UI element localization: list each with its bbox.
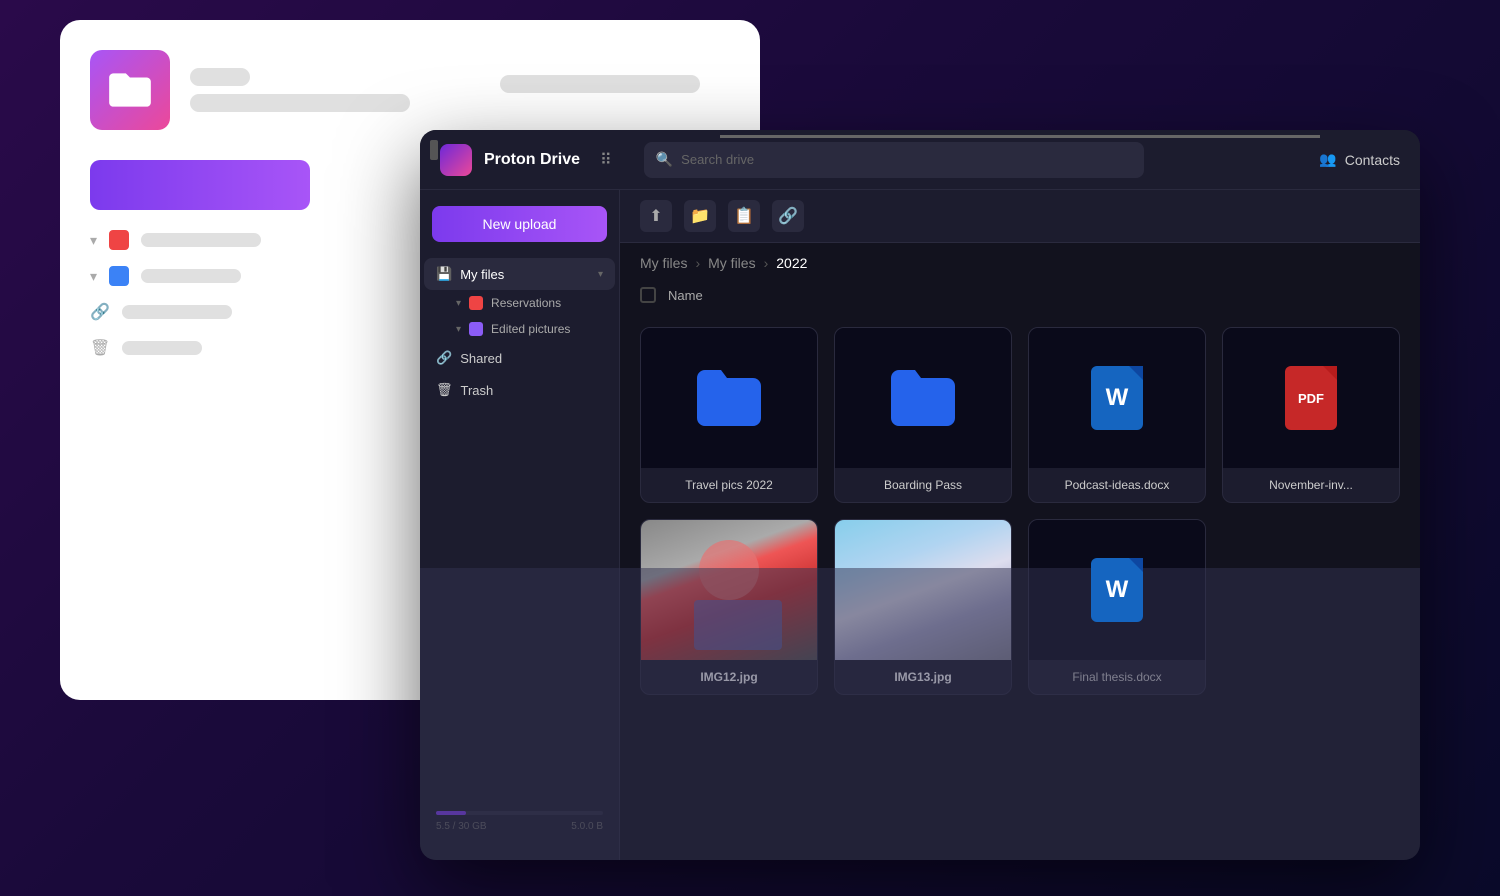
nav-item-shared[interactable]: 🔗 Shared (424, 342, 615, 374)
bg-search-bar (500, 75, 700, 93)
app-logo (440, 144, 472, 176)
my-files-chevron: ▾ (598, 269, 603, 280)
select-all-checkbox[interactable] (640, 287, 656, 303)
my-files-label: My files (460, 267, 590, 282)
boarding-folder-icon (891, 370, 955, 426)
file-card-boarding[interactable]: Boarding Pass (834, 327, 1012, 503)
bg-link-icon: 🔗 (90, 302, 110, 322)
thesis-word-icon: W (1091, 558, 1143, 622)
nav-item-trash[interactable]: 🗑 Trash (424, 374, 615, 406)
reservations-label: Reservations (491, 296, 561, 310)
bg-sidebar: ▾ ▾ 🔗 🗑 (90, 230, 310, 400)
travel-label: Travel pics 2022 (641, 468, 817, 502)
boarding-thumb (835, 328, 1011, 468)
upload-button[interactable]: New upload (432, 206, 607, 242)
bg-sidebar-item-2: ▾ (90, 266, 310, 286)
nav-section: 💾 My files ▾ ▾ Reservations ▾ Edited pic… (420, 258, 619, 406)
file-card-november[interactable]: PDF November-inv... (1222, 327, 1400, 503)
breadcrumb-my-files[interactable]: My files (708, 255, 755, 271)
nav-item-my-files[interactable]: 💾 My files ▾ (424, 258, 615, 290)
pdf-letter: PDF (1298, 391, 1324, 406)
img13-thumb (835, 520, 1011, 660)
main-window: Proton Drive ⠿ 🔍 Search drive 👥 Contacts… (420, 130, 1420, 860)
reservations-folder-icon (469, 296, 483, 310)
bg-text-1 (141, 233, 261, 247)
november-thumb: PDF (1223, 328, 1399, 468)
bg-text-4 (122, 341, 202, 355)
bg-card-header (90, 50, 730, 130)
breadcrumb: My files › My files › 2022 (620, 243, 1420, 283)
app-title: Proton Drive (484, 151, 580, 169)
search-bar[interactable]: 🔍 Search drive (644, 142, 1144, 178)
contacts-label[interactable]: Contacts (1345, 152, 1400, 168)
contacts-icon: 👥 (1319, 151, 1336, 168)
november-pdf-icon: PDF (1285, 366, 1337, 430)
column-header-row: Name (620, 283, 1420, 311)
content-area: ⬆ 📁 📋 🔗 My files › My files › 2022 Name (620, 190, 1420, 860)
create-folder-button[interactable]: 📋 (728, 200, 760, 232)
shared-label: Shared (460, 351, 603, 366)
body: New upload 💾 My files ▾ ▾ Reservations (420, 190, 1420, 860)
bg-trash-icon: 🗑 (90, 338, 110, 358)
bg-bar-2 (190, 94, 410, 112)
thesis-word-letter: W (1106, 576, 1129, 604)
breadcrumb-sep-2: › (764, 255, 769, 271)
bg-chevron-1: ▾ (90, 232, 97, 249)
bg-sidebar-item-1: ▾ (90, 230, 310, 250)
name-column-header: Name (668, 288, 703, 303)
bg-sidebar-item-3: 🔗 (90, 302, 310, 322)
edited-folder-icon (469, 322, 483, 336)
bg-folder-icon (90, 50, 170, 130)
nav-item-edited-pictures[interactable]: ▾ Edited pictures (444, 316, 615, 342)
file-card-travel[interactable]: Travel pics 2022 (640, 327, 818, 503)
nav-sub-my-files: ▾ Reservations ▾ Edited pictures (444, 290, 615, 342)
nav-item-reservations[interactable]: ▾ Reservations (444, 290, 615, 316)
bg-text-3 (122, 305, 232, 319)
hard-drive-icon: 💾 (436, 266, 452, 282)
share-link-button[interactable]: 🔗 (772, 200, 804, 232)
podcast-word-icon: W (1091, 366, 1143, 430)
header: Proton Drive ⠿ 🔍 Search drive 👥 Contacts (420, 130, 1420, 190)
file-card-podcast[interactable]: W Podcast-ideas.docx (1028, 327, 1206, 503)
travel-folder-icon (697, 370, 761, 426)
word-letter-w: W (1106, 384, 1129, 412)
bg-icon-blue (109, 266, 129, 286)
img13-preview (835, 520, 1011, 660)
header-right: 👥 Contacts (1319, 151, 1400, 168)
search-placeholder: Search drive (681, 152, 754, 167)
podcast-label: Podcast-ideas.docx (1029, 468, 1205, 502)
file-card-img13[interactable]: IMG13.jpg (834, 519, 1012, 695)
file-grid: Travel pics 2022 Boarding Pass W (620, 311, 1420, 860)
breadcrumb-sep-1: › (695, 255, 700, 271)
trash-label: Trash (461, 383, 603, 398)
podcast-thumb: W (1029, 328, 1205, 468)
boarding-label: Boarding Pass (835, 468, 1011, 502)
edited-pictures-label: Edited pictures (491, 322, 570, 336)
toolbar: ⬆ 📁 📋 🔗 (620, 190, 1420, 243)
bg-sidebar-item-4: 🗑 (90, 338, 310, 358)
breadcrumb-current: 2022 (776, 255, 807, 271)
trash-icon: 🗑 (436, 382, 453, 398)
breadcrumb-root[interactable]: My files (640, 255, 687, 271)
bg-icon-red (109, 230, 129, 250)
search-icon: 🔍 (656, 151, 673, 168)
grid-icon[interactable]: ⠿ (600, 150, 612, 170)
bg-chevron-2: ▾ (90, 268, 97, 285)
upload-file-button[interactable]: ⬆ (640, 200, 672, 232)
upload-folder-button[interactable]: 📁 (684, 200, 716, 232)
november-label: November-inv... (1223, 468, 1399, 502)
img13-ground (835, 568, 1011, 660)
reservations-expand: ▾ (456, 298, 461, 309)
travel-thumb (641, 328, 817, 468)
bg-bar-1 (190, 68, 250, 86)
edited-expand: ▾ (456, 324, 461, 335)
bg-upload-button (90, 160, 310, 210)
bg-text-2 (141, 269, 241, 283)
shared-icon: 🔗 (436, 350, 452, 366)
bg-title-bars (190, 68, 410, 112)
